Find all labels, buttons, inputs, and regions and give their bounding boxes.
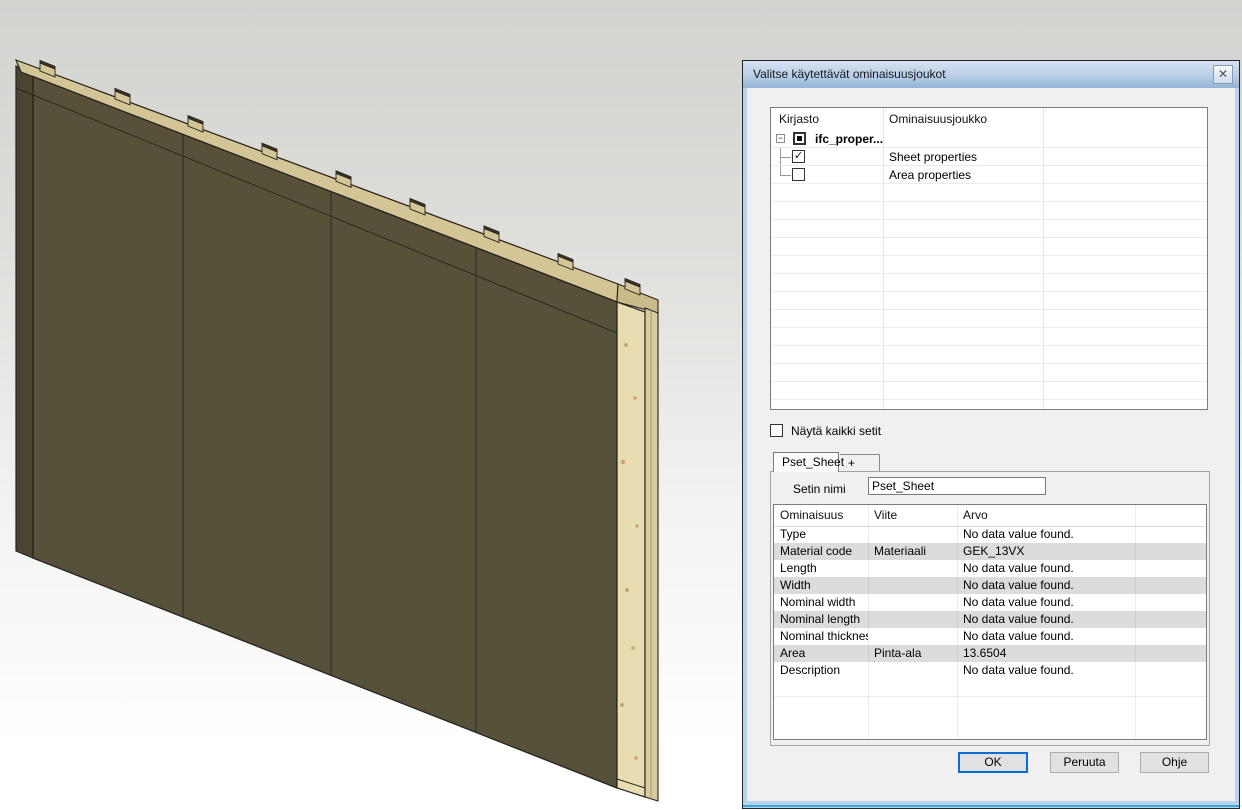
col-viite: Viite <box>874 505 897 526</box>
prop-name: Length <box>780 560 866 577</box>
viewport-3d[interactable] <box>0 0 746 810</box>
prop-value: No data value found. <box>963 662 1133 679</box>
prop-row[interactable]: Nominal length No data value found. <box>774 611 1206 628</box>
prop-row[interactable]: Width No data value found. <box>774 577 1206 594</box>
prop-row[interactable]: Nominal width No data value found. <box>774 594 1206 611</box>
prop-reference: Materiaali <box>874 543 955 560</box>
prop-value: No data value found. <box>963 526 1133 543</box>
prop-reference <box>874 577 955 594</box>
property-sets-dialog: Valitse käytettävät ominaisuusjoukot ✕ K… <box>742 60 1240 809</box>
checkmark-icon: ✓ <box>794 149 803 162</box>
column-separator <box>1043 108 1044 409</box>
prop-reference <box>874 560 955 577</box>
set-name-cell: Sheet properties <box>889 149 977 166</box>
prop-name: Description <box>780 662 866 679</box>
dialog-bottom-accent <box>743 805 1239 807</box>
collapse-expander-icon[interactable]: − <box>776 134 785 143</box>
column-separator <box>868 505 869 739</box>
library-label: ifc_proper... <box>815 131 883 148</box>
prop-name: Type <box>780 526 866 543</box>
tree-row-set[interactable]: ✓ Sheet properties <box>771 148 1207 166</box>
dialog-titlebar[interactable]: Valitse käytettävät ominaisuusjoukot <box>743 61 1239 88</box>
prop-name: Material code <box>780 543 866 560</box>
prop-value: No data value found. <box>963 594 1133 611</box>
tab-pane: Setin nimi Ominaisuus Viite Arvo Type No… <box>770 471 1210 746</box>
prop-name: Nominal length <box>780 611 866 628</box>
props-header-row: Ominaisuus Viite Arvo <box>774 505 1206 527</box>
property-set-tree[interactable]: Kirjasto Ominaisuusjoukko − ifc_proper..… <box>770 107 1208 410</box>
wall-left-end <box>16 66 33 558</box>
col-arvo: Arvo <box>963 505 988 526</box>
library-tristate-checkbox[interactable] <box>793 132 806 145</box>
properties-table[interactable]: Ominaisuus Viite Arvo Type No data value… <box>773 504 1207 740</box>
close-button[interactable]: ✕ <box>1213 65 1233 84</box>
wall-end-stud <box>617 302 645 797</box>
prop-value: No data value found. <box>963 560 1133 577</box>
prop-row[interactable]: Material code Materiaali GEK_13VX <box>774 543 1206 560</box>
ok-button[interactable]: OK <box>958 752 1028 773</box>
tristate-fill-icon <box>797 136 802 141</box>
set-name-cell: Area properties <box>889 167 971 184</box>
set-name-label: Setin nimi <box>793 482 846 496</box>
prop-value: 13.6504 <box>963 645 1133 662</box>
column-separator <box>1135 505 1136 739</box>
prop-name: Area <box>780 645 866 662</box>
wall-back-strip <box>645 308 658 801</box>
tree-col-ominaisuusjoukko: Ominaisuusjoukko <box>889 108 987 130</box>
tree-empty-rows <box>771 184 1207 409</box>
prop-name: Nominal width <box>780 594 866 611</box>
prop-row[interactable]: Description No data value found. <box>774 662 1206 679</box>
tab-add[interactable]: + <box>840 454 880 471</box>
sheet-properties-checkbox[interactable]: ✓ <box>792 150 805 163</box>
tree-col-kirjasto: Kirjasto <box>779 108 819 130</box>
prop-value: No data value found. <box>963 577 1133 594</box>
tree-row-set[interactable]: Area properties <box>771 166 1207 184</box>
prop-reference <box>874 526 955 543</box>
set-name-input[interactable] <box>868 477 1046 495</box>
prop-row[interactable]: Area Pinta-ala 13.6504 <box>774 645 1206 662</box>
prop-value: No data value found. <box>963 611 1133 628</box>
tab-pset-sheet[interactable]: Pset_Sheet <box>773 452 839 472</box>
prop-reference <box>874 662 955 679</box>
prop-reference <box>874 594 955 611</box>
prop-row[interactable]: Length No data value found. <box>774 560 1206 577</box>
prop-row[interactable]: Nominal thickness No data value found. <box>774 628 1206 645</box>
tree-row-library[interactable]: − ifc_proper... <box>771 130 1207 148</box>
help-button[interactable]: Ohje <box>1140 752 1209 773</box>
column-separator <box>957 505 958 739</box>
tree-connector <box>780 157 781 165</box>
tree-connector <box>780 166 791 176</box>
column-separator <box>883 108 884 409</box>
prop-name: Width <box>780 577 866 594</box>
prop-value: No data value found. <box>963 628 1133 645</box>
dialog-body: Kirjasto Ominaisuusjoukko − ifc_proper..… <box>747 88 1235 801</box>
prop-reference <box>874 611 955 628</box>
prop-row[interactable]: Type No data value found. <box>774 526 1206 543</box>
dialog-title: Valitse käytettävät ominaisuusjoukot <box>753 67 946 81</box>
cancel-button[interactable]: Peruuta <box>1050 752 1119 773</box>
tree-connector <box>780 148 791 158</box>
close-icon: ✕ <box>1218 67 1228 81</box>
prop-value: GEK_13VX <box>963 543 1133 560</box>
prop-reference: Pinta-ala <box>874 645 955 662</box>
prop-name: Nominal thickness <box>780 628 868 645</box>
prop-reference <box>874 628 955 645</box>
col-ominaisuus: Ominaisuus <box>780 505 843 526</box>
area-properties-checkbox[interactable] <box>792 168 805 181</box>
tree-header-row: Kirjasto Ominaisuusjoukko <box>771 108 1207 131</box>
empty-row <box>774 679 1206 697</box>
show-all-sets-checkbox[interactable] <box>770 424 783 437</box>
show-all-sets-label: Näytä kaikki setit <box>791 424 881 439</box>
